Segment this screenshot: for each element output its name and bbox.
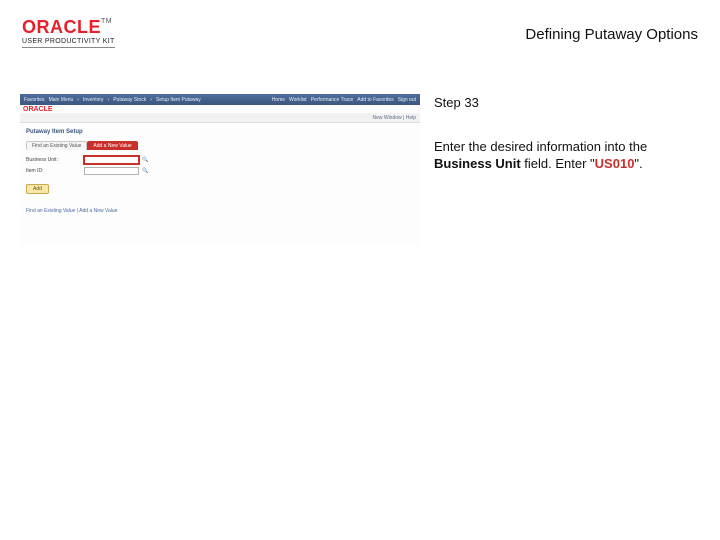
header: ORACLETM USER PRODUCTIVITY KIT Defining … [0,0,720,54]
nav-link: Add to Favorites [357,97,393,103]
item-id-input[interactable] [84,167,139,175]
instr-seg: Enter the desired information into the [434,139,647,154]
field-row-business-unit: Business Unit: 🔍 [26,156,414,164]
ss-footer-links: Find an Existing Value | Add a New Value [26,208,414,214]
oracle-logo: ORACLETM [22,18,115,36]
brand-text: ORACLE [22,17,101,37]
nav-link: Home [272,97,285,103]
crumb: Main Menu [49,97,74,103]
nav-link: Worklist [289,97,307,103]
instr-seg: field. Enter " [521,156,595,171]
instr-bold: Business Unit [434,156,521,171]
ss-breadcrumb: Favorites Main Menu › Inventory › Putawa… [24,97,201,103]
tab-add-new[interactable]: Add a New Value [87,141,137,150]
crumb: Inventory [83,97,104,103]
lookup-icon[interactable]: 🔍 [142,168,148,174]
item-id-label: Item ID: [26,168,81,174]
ss-nav-bar: Favorites Main Menu › Inventory › Putawa… [20,94,420,105]
field-row-item-id: Item ID: 🔍 [26,167,414,175]
trademark: TM [101,18,112,25]
product-subtitle: USER PRODUCTIVITY KIT [22,38,115,48]
content-row: Favorites Main Menu › Inventory › Putawa… [0,54,720,244]
instruction-text: Enter the desired information into the B… [434,138,694,173]
ss-body: Putaway Item Setup Find an Existing Valu… [20,123,420,220]
lookup-icon[interactable]: 🔍 [142,157,148,163]
instr-seg: ". [634,156,642,171]
crumb: Putaway Stock [113,97,146,103]
nav-link: Performance Trace [311,97,354,103]
embedded-screenshot: Favorites Main Menu › Inventory › Putawa… [20,94,420,244]
nav-link: Sign out [398,97,416,103]
ss-tabs: Find an Existing Value Add a New Value [26,141,414,150]
crumb: Setup Item Putaway [156,97,201,103]
business-unit-label: Business Unit: [26,157,81,163]
ss-window-help: New Window | Help [372,115,416,121]
ss-mini-brand: ORACLE [23,106,420,113]
crumb: Favorites [24,97,45,103]
page-title: Defining Putaway Options [525,26,698,43]
instruction-panel: Step 33 Enter the desired information in… [434,94,694,173]
business-unit-input[interactable] [84,156,139,164]
logo-block: ORACLETM USER PRODUCTIVITY KIT [22,18,115,48]
add-button[interactable]: Add [26,184,49,194]
ss-heading: Putaway Item Setup [26,129,414,135]
tab-existing[interactable]: Find an Existing Value [26,141,87,150]
ss-sub-bar: New Window | Help [20,113,420,123]
instr-value: US010 [595,156,635,171]
ss-top-links: Home Worklist Performance Trace Add to F… [272,97,416,103]
step-label: Step 33 [434,94,694,112]
